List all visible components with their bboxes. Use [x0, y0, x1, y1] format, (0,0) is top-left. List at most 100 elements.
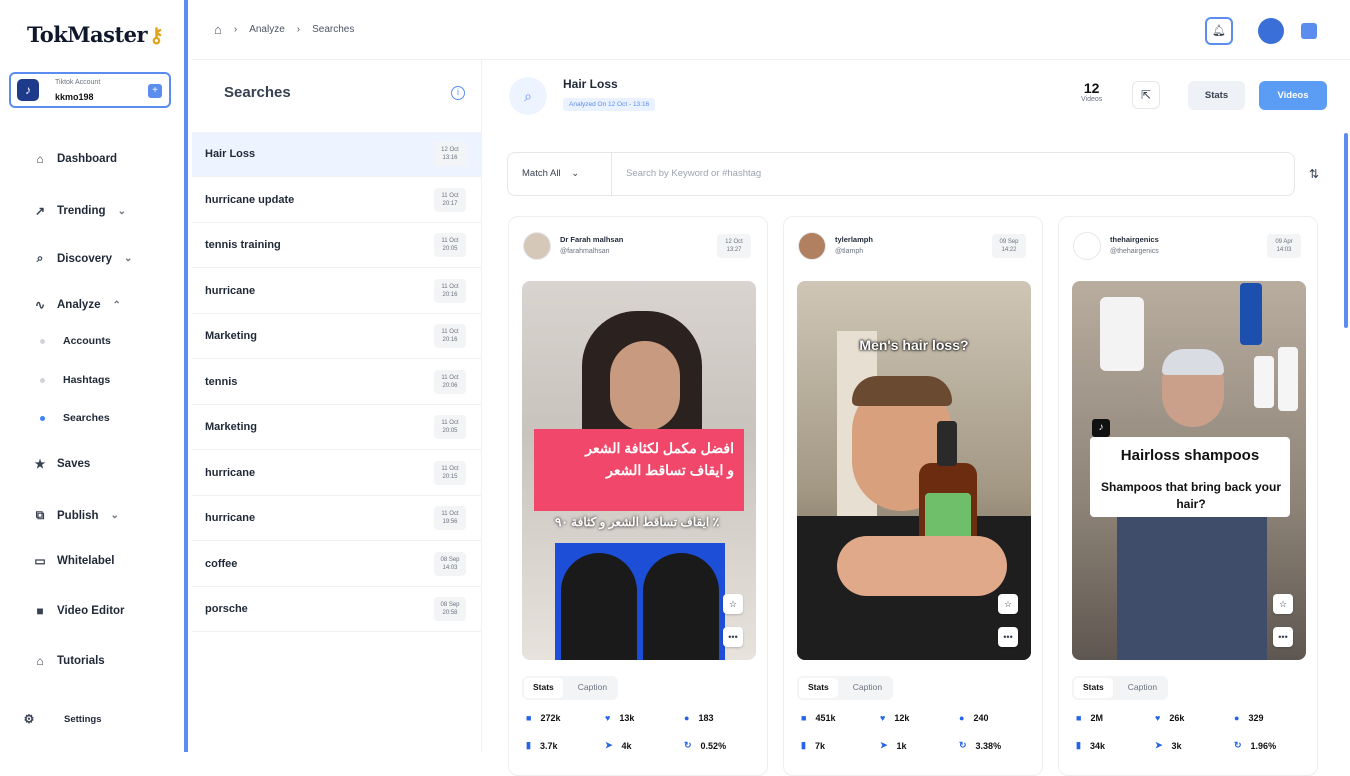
add-account-button[interactable]: +	[148, 84, 162, 98]
search-item[interactable]: Marketing 11 Oct 20:05	[192, 405, 482, 450]
nav-sub-hashtags[interactable]: Hashtags	[40, 374, 110, 386]
rate-icon: ↻	[1234, 740, 1242, 750]
more-icon[interactable]: •••	[1273, 627, 1293, 647]
video-thumbnail[interactable]: Hairloss shampoos Shampoos that bring ba…	[1072, 281, 1306, 660]
avatar[interactable]	[523, 232, 551, 260]
caption-overlay: افضل مكمل لكثافة الشعر و ايقاف تساقط الشع…	[534, 429, 744, 511]
search-item[interactable]: hurricane update 11 Oct 20:17	[192, 178, 482, 223]
info-icon[interactable]: i	[451, 86, 465, 100]
nav-dashboard[interactable]: ⌂ Dashboard	[33, 152, 117, 166]
search-item[interactable]: hurricane 11 Oct 19:56	[192, 496, 482, 541]
nav-video-editor[interactable]: ■ Video Editor	[33, 604, 124, 618]
metrics-row: ■ 2M ♥ 26k ● 329	[1076, 713, 1306, 723]
creator-name[interactable]: thehairgenics	[1110, 235, 1159, 244]
export-icon[interactable]: ⇱	[1132, 81, 1160, 109]
search-item-name: tennis	[205, 376, 238, 388]
video-thumbnail[interactable]: افضل مكمل لكثافة الشعر و ايقاف تساقط الشع…	[522, 281, 756, 660]
bullet-active-icon	[40, 415, 45, 421]
share-icon: ➤	[605, 740, 613, 750]
nav-sub-accounts[interactable]: Accounts	[40, 335, 111, 347]
search-item[interactable]: porsche 08 Sep 20:58	[192, 587, 482, 632]
home-icon[interactable]: ⌂	[214, 22, 222, 37]
video-card[interactable]: tylerlamph @tlamph 09 Sep 14:22 Men's hai…	[783, 216, 1043, 776]
search-item[interactable]: tennis training 11 Oct 20:05	[192, 223, 482, 268]
nav-label: Publish	[57, 509, 99, 522]
more-icon[interactable]: •••	[998, 627, 1018, 647]
engagement-rate: 1.96%	[1250, 740, 1277, 751]
search-item-date: 11 Oct 20:05	[434, 415, 466, 439]
bullet-icon	[40, 338, 45, 344]
trend-icon: ↗	[34, 204, 46, 218]
search-item-date: 08 Sep 20:58	[434, 597, 466, 621]
hair-image	[555, 543, 725, 660]
menu-icon[interactable]	[1301, 23, 1317, 39]
app-logo[interactable]: TokMaster ⚷	[27, 22, 164, 47]
post-date: 09 Sep 14:22	[992, 234, 1026, 258]
nav-discovery[interactable]: ⌕ Discovery ⌄	[33, 251, 133, 266]
search-item[interactable]: hurricane 11 Oct 20:16	[192, 269, 482, 314]
bell-icon[interactable]: 🔔︎	[1205, 17, 1233, 45]
nav-saves[interactable]: ★ Saves	[33, 457, 91, 471]
nav-publish[interactable]: ⧉ Publish ⌄	[33, 508, 119, 523]
comments-count: 183	[698, 713, 714, 723]
nav-trending[interactable]: ↗ Trending ⌄	[33, 204, 126, 218]
hair-shape	[852, 376, 952, 406]
scrollbar[interactable]	[1344, 133, 1348, 328]
nav-analyze[interactable]: ∿ Analyze ⌃	[33, 298, 121, 312]
keyword-search-input[interactable]: Search by Keyword or #hashtag	[626, 168, 761, 179]
creator-handle: @thehairgenics	[1110, 248, 1159, 255]
tab-stats[interactable]: Stats	[799, 678, 838, 698]
video-thumbnail[interactable]: Men's hair loss? ☆ •••	[797, 281, 1031, 660]
video-card[interactable]: Dr Farah malhsan @farahmalhsan 12 Oct 13:…	[508, 216, 768, 776]
tab-stats[interactable]: Stats	[524, 678, 563, 698]
engagement-rate: 3.38%	[975, 740, 1002, 751]
tab-caption[interactable]: Caption	[1119, 678, 1166, 698]
star-icon[interactable]: ☆	[998, 594, 1018, 614]
match-select[interactable]: Match All ⌄	[522, 168, 579, 179]
card-tabs: Stats Caption	[1072, 676, 1169, 700]
avatar[interactable]	[1073, 232, 1101, 260]
bullet-icon	[40, 377, 45, 383]
nav-whitelabel[interactable]: ▭ Whitelabel	[33, 554, 114, 568]
chevron-right-icon: ›	[233, 24, 238, 35]
nav-label: Tutorials	[57, 655, 105, 667]
account-handle: kkmo198	[55, 92, 94, 102]
stats-button[interactable]: Stats	[1188, 81, 1245, 110]
share-icon: ➤	[880, 740, 888, 750]
tab-caption[interactable]: Caption	[844, 678, 891, 698]
search-item-name: porsche	[205, 603, 248, 615]
star-icon[interactable]: ☆	[723, 594, 743, 614]
user-avatar[interactable]	[1258, 18, 1284, 44]
search-icon: ⌕	[509, 77, 547, 115]
search-item[interactable]: hurricane 11 Oct 20:15	[192, 451, 482, 496]
search-item[interactable]: Marketing 11 Oct 20:16	[192, 314, 482, 359]
likes-count: 26k	[1169, 713, 1185, 723]
likes-count: 13k	[619, 713, 635, 723]
heart-icon: ♥	[880, 713, 886, 723]
video-card[interactable]: thehairgenics @thehairgenics 09 Apr 14:03…	[1058, 216, 1318, 776]
search-icon: ⌕	[36, 251, 44, 265]
creator-name[interactable]: Dr Farah malhsan	[560, 235, 623, 244]
tab-stats[interactable]: Stats	[1074, 678, 1113, 698]
product-bottle	[1254, 356, 1274, 408]
breadcrumb-analyze[interactable]: Analyze	[249, 24, 285, 35]
search-item[interactable]: Hair Loss 12 Oct 13:16	[192, 132, 482, 177]
videos-button[interactable]: Videos	[1259, 81, 1327, 110]
avatar[interactable]	[798, 232, 826, 260]
search-item[interactable]: coffee 08 Sep 14:03	[192, 542, 482, 587]
creator-name[interactable]: tylerlamph	[835, 235, 873, 244]
more-icon[interactable]: •••	[723, 627, 743, 647]
search-item[interactable]: tennis 11 Oct 20:06	[192, 360, 482, 405]
nav-tutorials[interactable]: ⌂ Tutorials	[33, 654, 105, 668]
sort-icon[interactable]: ⇅	[1309, 167, 1319, 181]
star-icon[interactable]: ☆	[1273, 594, 1293, 614]
nav-sub-searches[interactable]: Searches	[40, 412, 110, 424]
chevron-down-icon: ⌄	[123, 253, 133, 264]
tab-caption[interactable]: Caption	[569, 678, 616, 698]
searches-panel: Searches i Hair Loss 12 Oct 13:16 hurrican…	[192, 60, 482, 752]
video-count-label: Videos	[1081, 96, 1103, 103]
nav-label: Discovery	[57, 252, 112, 265]
chevron-up-icon: ⌃	[112, 299, 121, 311]
nav-settings[interactable]: ⚙ Settings	[22, 712, 102, 726]
account-switcher[interactable]: ♪ Tiktok Account kkmo198 +	[9, 72, 171, 108]
